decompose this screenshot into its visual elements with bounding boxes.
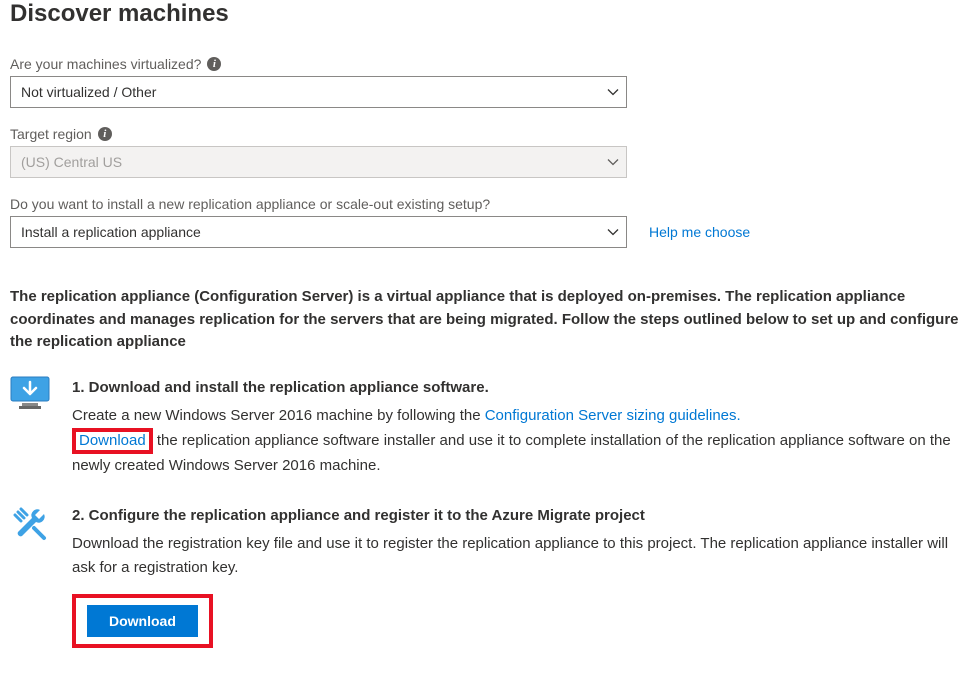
target-region-select-value: (US) Central US [10, 146, 627, 178]
virtualized-label: Are your machines virtualized? i [10, 56, 969, 72]
target-region-label: Target region i [10, 126, 969, 142]
download-monitor-icon [10, 376, 50, 410]
step-1-text-b: the replication appliance software insta… [72, 432, 951, 474]
step-1-line-2: Download the replication appliance softw… [72, 428, 969, 478]
download-button[interactable]: Download [87, 605, 198, 637]
step-1-line-1: Create a new Windows Server 2016 machine… [72, 404, 969, 428]
info-icon[interactable]: i [207, 57, 221, 71]
step-2: 2. Configure the replication appliance a… [10, 504, 969, 648]
download-link-highlight: Download [72, 428, 153, 454]
virtualized-label-text: Are your machines virtualized? [10, 56, 201, 72]
target-region-label-text: Target region [10, 126, 92, 142]
install-option-label: Do you want to install a new replication… [10, 196, 969, 212]
help-me-choose-link[interactable]: Help me choose [649, 224, 750, 240]
intro-text: The replication appliance (Configuration… [10, 286, 969, 354]
virtualized-field: Are your machines virtualized? i Not vir… [10, 56, 969, 108]
page-title: Discover machines [10, 0, 969, 28]
config-server-sizing-link[interactable]: Configuration Server sizing guidelines. [485, 407, 741, 424]
install-option-select-value[interactable]: Install a replication appliance [10, 216, 627, 248]
install-option-field: Do you want to install a new replication… [10, 196, 969, 248]
step-2-body: Download the registration key file and u… [72, 532, 969, 580]
target-region-select: (US) Central US [10, 146, 627, 178]
download-button-highlight: Download [72, 594, 213, 648]
tools-icon [10, 504, 50, 544]
info-icon[interactable]: i [98, 127, 112, 141]
step-1-text-a: Create a new Windows Server 2016 machine… [72, 407, 485, 424]
step-1-title: 1. Download and install the replication … [72, 376, 969, 400]
download-installer-link[interactable]: Download [79, 432, 146, 449]
step-2-title: 2. Configure the replication appliance a… [72, 504, 969, 528]
virtualized-select[interactable]: Not virtualized / Other [10, 76, 627, 108]
step-1: 1. Download and install the replication … [10, 376, 969, 478]
install-option-select[interactable]: Install a replication appliance [10, 216, 627, 248]
install-option-label-text: Do you want to install a new replication… [10, 196, 490, 212]
target-region-field: Target region i (US) Central US [10, 126, 969, 178]
virtualized-select-value[interactable]: Not virtualized / Other [10, 76, 627, 108]
